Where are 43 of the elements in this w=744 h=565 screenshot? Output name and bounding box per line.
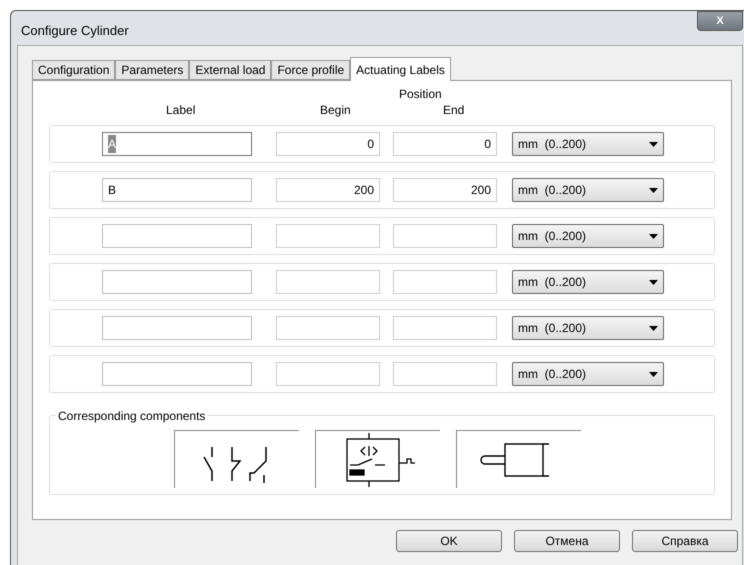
- end-header: End: [443, 102, 464, 119]
- begin-field[interactable]: [276, 316, 380, 340]
- tab[interactable]: Configuration: [32, 60, 116, 80]
- unit-dropdown[interactable]: mm (0..200): [512, 316, 664, 340]
- end-field[interactable]: [393, 316, 497, 340]
- end-field[interactable]: [393, 362, 497, 386]
- unit-dropdown[interactable]: mm (0..200): [512, 132, 664, 156]
- caret-icon: [649, 372, 658, 376]
- position-header: Position: [399, 86, 442, 103]
- unit-dropdown[interactable]: mm (0..200): [512, 178, 664, 202]
- label-field[interactable]: [102, 270, 252, 294]
- end-field[interactable]: 200: [393, 178, 497, 202]
- caret-icon: [649, 188, 658, 192]
- window-title: Configure Cylinder: [21, 22, 129, 40]
- begin-field[interactable]: [276, 270, 380, 294]
- dialog-button[interactable]: Справка: [632, 530, 738, 552]
- dialog-button[interactable]: Отмена: [514, 530, 620, 552]
- caret-icon: [649, 234, 658, 238]
- begin-header: Begin: [320, 102, 351, 119]
- unit-dropdown[interactable]: mm (0..200): [512, 362, 664, 386]
- tab[interactable]: Force profile: [271, 60, 350, 80]
- tab[interactable]: Parameters: [115, 60, 190, 80]
- caret-icon: [649, 280, 658, 284]
- unit-dropdown[interactable]: mm (0..200): [512, 224, 664, 248]
- begin-field[interactable]: 0: [276, 132, 380, 156]
- tab[interactable]: Actuating Labels: [350, 57, 451, 81]
- end-field[interactable]: 0: [393, 132, 497, 156]
- begin-field[interactable]: [276, 362, 380, 386]
- dialog-button[interactable]: OK: [396, 530, 502, 552]
- end-field[interactable]: [393, 224, 497, 248]
- label-field[interactable]: [102, 224, 252, 248]
- label-field[interactable]: [102, 362, 252, 386]
- label-field[interactable]: B: [102, 178, 252, 202]
- label-field[interactable]: [102, 316, 252, 340]
- caret-icon: [649, 326, 658, 330]
- tab[interactable]: External load: [189, 60, 272, 80]
- end-field[interactable]: [393, 270, 497, 294]
- unit-dropdown[interactable]: mm (0..200): [512, 270, 664, 294]
- begin-field[interactable]: 200: [276, 178, 380, 202]
- caret-icon: [649, 142, 658, 146]
- begin-field[interactable]: [276, 224, 380, 248]
- label-field[interactable]: A: [102, 132, 252, 156]
- label-header: Label: [166, 102, 196, 119]
